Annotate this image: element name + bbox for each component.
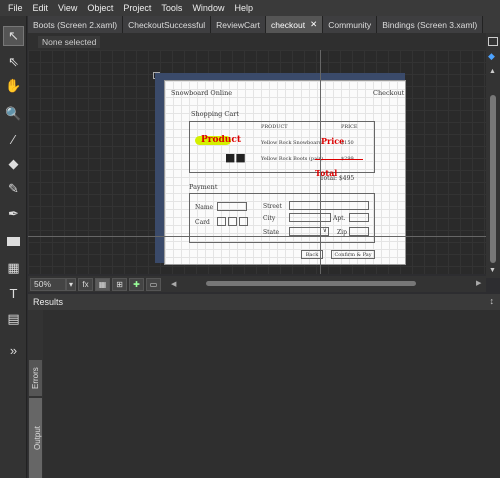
controls-icon[interactable]: ▤ (3, 309, 24, 329)
street-label: Street (263, 203, 282, 210)
scroll-right-icon[interactable]: ▶ (476, 279, 481, 287)
grid-toggle-icon[interactable]: ▦ (95, 277, 110, 291)
split-view-icon[interactable] (488, 37, 498, 46)
snap-lines-icon[interactable]: ✚ (129, 277, 144, 291)
scroll-down-icon[interactable]: ▼ (489, 267, 496, 274)
zip-label: Zip (337, 229, 347, 236)
state-select[interactable]: ∨ (289, 227, 329, 236)
results-side-tabs: Errors Output (28, 310, 43, 478)
tab-bindings[interactable]: Bindings (Screen 3.xaml) (377, 16, 484, 33)
menu-bar: File Edit View Object Project Tools Wind… (0, 0, 500, 16)
city-field[interactable] (289, 213, 331, 222)
effects-toggle-icon[interactable]: fx (78, 277, 93, 291)
menu-edit[interactable]: Edit (28, 3, 54, 13)
chevron-icon[interactable]: ◆ (488, 51, 495, 62)
street-field[interactable] (289, 201, 369, 210)
menu-window[interactable]: Window (187, 3, 229, 13)
tools-panel: ↖ ⇖ ✋ 🔍 ∕ ◆ ✎ ✒ ▦ T ▤ » (0, 16, 27, 478)
city-label: City (263, 215, 276, 222)
pin-icon[interactable]: ↕ (490, 296, 495, 306)
tab-checkout-label: checkout (271, 19, 306, 30)
grid-layout-icon[interactable]: ▦ (3, 258, 24, 278)
zip-field[interactable] (349, 227, 369, 236)
name-label: Name (195, 204, 214, 211)
card-field-3[interactable] (239, 217, 248, 226)
apt-label: Apt. (333, 215, 346, 222)
sketch-artboard[interactable]: Snowboard Online Checkout Shopping Cart … (164, 80, 406, 265)
state-label: State (263, 229, 280, 236)
col-product: PRODUCT (261, 124, 288, 130)
assets-chevron-icon[interactable]: » (3, 340, 24, 360)
zoom-dropdown-icon[interactable]: ▾ (66, 277, 76, 291)
zoom-select[interactable]: 50% (30, 277, 66, 291)
scroll-left-icon[interactable]: ◀ (171, 280, 176, 288)
selection-arrow-icon[interactable]: ↖ (3, 26, 24, 46)
menu-help[interactable]: Help (229, 3, 258, 13)
rectangle-icon[interactable] (3, 231, 24, 251)
annotations-icon[interactable]: ▭ (146, 277, 161, 291)
scroll-up-icon[interactable]: ▲ (489, 68, 496, 75)
product-annotation: Product (201, 135, 241, 145)
row2-product: Yellow Rock Boots (pair) (261, 156, 324, 162)
card-field-1[interactable] (217, 217, 226, 226)
pen-icon[interactable]: ✒ (3, 204, 24, 224)
horizontal-scrollbar-thumb[interactable] (206, 281, 416, 286)
tab-boots[interactable]: Boots (Screen 2.xaml) (28, 16, 124, 33)
price-underline-annotation (315, 159, 363, 160)
horizontal-guide[interactable] (28, 236, 486, 237)
card-field-2[interactable] (228, 217, 237, 226)
zoom-icon[interactable]: 🔍 (3, 104, 24, 124)
card-label: Card (195, 219, 210, 226)
sketch-title: Snowboard Online (171, 89, 233, 97)
vertical-guide[interactable] (320, 50, 321, 274)
pan-hand-icon[interactable]: ✋ (3, 76, 24, 96)
chevron-down-icon: ∨ (322, 227, 327, 234)
eyedropper-icon[interactable]: ∕ (3, 129, 24, 149)
vertical-scrollbar-thumb[interactable] (490, 95, 496, 263)
horizontal-scrollbar[interactable] (180, 280, 475, 288)
menu-object[interactable]: Object (82, 3, 118, 13)
menu-file[interactable]: File (3, 3, 28, 13)
close-icon[interactable]: ✕ (310, 19, 317, 30)
paint-bucket-icon[interactable]: ◆ (3, 154, 24, 174)
right-toolbar: ◆ ▲ ▼ (486, 33, 500, 278)
selection-status: None selected (38, 35, 101, 48)
price-annotation: Price (321, 136, 345, 146)
row1-product: Yellow Rock Snowboard (261, 140, 322, 146)
snap-grid-icon[interactable]: ⊞ (112, 277, 127, 291)
apt-field[interactable] (349, 213, 369, 222)
menu-tools[interactable]: Tools (156, 3, 187, 13)
shopping-cart-heading: Shopping Cart (191, 110, 239, 118)
results-panel-header: Results ↕ (28, 294, 500, 310)
breadcrumb-bar: None selected (28, 33, 488, 50)
results-panel-body (28, 310, 500, 478)
document-tabs: Boots (Screen 2.xaml) CheckoutSuccessful… (28, 16, 500, 33)
text-tool-icon[interactable]: T (3, 283, 24, 303)
boots-image: ■■ (225, 151, 246, 164)
results-title: Results (33, 297, 64, 307)
tab-output[interactable]: Output (29, 398, 42, 478)
tab-review-cart[interactable]: ReviewCart (211, 16, 267, 33)
pencil-icon[interactable]: ✎ (3, 179, 24, 199)
tab-checkout[interactable]: checkout ✕ (266, 16, 324, 33)
tab-errors[interactable]: Errors (29, 360, 42, 396)
tab-community[interactable]: Community (323, 16, 378, 33)
confirm-pay-button[interactable]: Confirm & Pay (331, 250, 375, 259)
sketch-checkout-title: Checkout (373, 89, 405, 97)
col-price: PRICE (341, 124, 358, 130)
menu-project[interactable]: Project (118, 3, 156, 13)
tab-checkout-successful[interactable]: CheckoutSuccessful (123, 16, 212, 33)
direct-select-icon[interactable]: ⇖ (3, 52, 24, 72)
menu-view[interactable]: View (53, 3, 82, 13)
total-annotation: Total (315, 168, 338, 178)
payment-heading: Payment (189, 183, 218, 191)
artboard-ruler-top (155, 73, 405, 80)
zoom-value: 50% (34, 279, 52, 289)
name-field[interactable] (217, 202, 247, 211)
